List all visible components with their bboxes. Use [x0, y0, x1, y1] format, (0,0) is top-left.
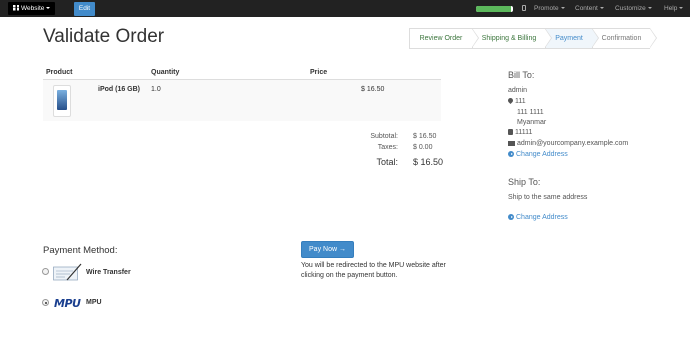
nav-content-label: Content [575, 5, 598, 12]
change-shipping-address-link[interactable]: Change Address [508, 214, 568, 221]
col-header-quantity: Quantity [151, 69, 180, 76]
change-shipping-address-label: Change Address [516, 214, 568, 221]
col-header-price: Price [310, 69, 328, 76]
step-shipping-billing[interactable]: Shipping & Billing [472, 28, 552, 49]
product-image[interactable] [53, 85, 71, 117]
edit-button[interactable]: Edit [74, 2, 95, 16]
step-confirmation-label: Confirmation [601, 35, 642, 42]
bill-street2: 111 1111 [517, 109, 544, 116]
progress-bar [476, 6, 513, 12]
page-title: Validate Order [43, 26, 165, 47]
bill-name: admin [508, 87, 528, 94]
mpu-label: MPU [86, 299, 102, 306]
envelope-icon [508, 141, 515, 146]
redirect-note: You will be redirected to the MPU websit… [301, 262, 446, 279]
caret-down-icon [46, 7, 51, 9]
mpu-logo: MPU [54, 297, 81, 310]
wire-transfer-logo [53, 263, 82, 281]
wire-transfer-radio[interactable] [42, 268, 49, 275]
bill-phone-line: 11111 [508, 129, 532, 136]
caret-down-icon [560, 7, 565, 9]
map-marker-icon [508, 98, 513, 104]
bill-phone: 11111 [515, 129, 533, 136]
bill-street: 111 [515, 98, 526, 105]
nav-help-label: Help [664, 5, 678, 12]
arrow-right-circle-icon [508, 214, 514, 220]
website-menu-label: Website [21, 5, 45, 12]
caret-down-icon [599, 7, 604, 9]
nav-customize[interactable]: Customize [615, 0, 652, 17]
product-quantity: 1.0 [151, 86, 161, 93]
step-shipping-billing-label: Shipping & Billing [481, 35, 537, 42]
change-billing-address-link[interactable]: Change Address [508, 151, 568, 158]
progress-fill [476, 6, 512, 12]
ship-same-note: Ship to the same address [508, 194, 588, 201]
mobile-preview-icon[interactable] [522, 5, 526, 11]
nav-customize-label: Customize [615, 5, 646, 12]
subtotal-value: $ 16.50 [413, 133, 437, 140]
bill-to-heading: Bill To: [508, 70, 535, 80]
website-menu-button[interactable]: Website [8, 2, 55, 15]
change-billing-address-label: Change Address [516, 151, 568, 158]
bill-email-line: admin@yourcompany.example.com [508, 140, 628, 147]
payment-method-heading: Payment Method: [43, 245, 118, 256]
bill-email: admin@yourcompany.example.com [517, 140, 629, 147]
step-payment-label: Payment [555, 35, 583, 42]
step-payment: Payment [545, 28, 599, 49]
step-review-order[interactable]: Review Order [409, 28, 479, 49]
grid-icon [13, 4, 19, 11]
step-confirmation: Confirmation [592, 28, 657, 49]
ship-to-heading: Ship To: [508, 177, 541, 187]
nav-content[interactable]: Content [575, 0, 604, 17]
col-header-product: Product [46, 69, 73, 76]
step-review-order-label: Review Order [419, 35, 463, 42]
subtotal-label: Subtotal: [370, 133, 398, 140]
total-label: Total: [376, 157, 398, 167]
taxes-value: $ 0.00 [413, 144, 433, 151]
nav-help[interactable]: Help [664, 0, 684, 17]
product-price: $ 16.50 [361, 86, 385, 93]
bill-street-line: 111 [508, 98, 526, 105]
pay-now-button[interactable]: Pay Now → [301, 241, 354, 258]
caret-down-icon [647, 7, 652, 9]
caret-down-icon [679, 7, 684, 9]
top-navbar: Website Edit Promote Content Customize H… [0, 0, 690, 17]
product-name: iPod (16 GB) [98, 86, 141, 93]
wire-transfer-label: Wire Transfer [86, 269, 131, 276]
phone-icon [508, 129, 513, 135]
nav-promote[interactable]: Promote [534, 0, 565, 17]
nav-promote-label: Promote [534, 5, 559, 12]
arrow-right-circle-icon [508, 151, 514, 157]
total-value: $ 16.50 [413, 157, 444, 167]
bill-country: Myanmar [517, 119, 547, 126]
mpu-radio[interactable] [42, 299, 49, 306]
taxes-label: Taxes: [377, 144, 398, 151]
